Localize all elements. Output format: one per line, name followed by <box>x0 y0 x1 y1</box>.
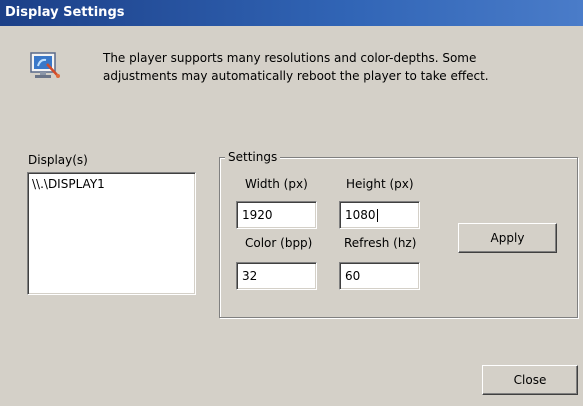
color-input[interactable] <box>236 262 317 290</box>
info-message-line-1: The player supports many resolutions and… <box>103 51 477 65</box>
width-label: Width (px) <box>245 177 308 191</box>
window-title: Display Settings <box>5 5 125 20</box>
displays-label: Display(s) <box>28 153 88 167</box>
display-settings-icon <box>28 50 62 84</box>
dialog-body: The player supports many resolutions and… <box>0 26 583 406</box>
info-message: The player supports many resolutions and… <box>103 49 553 85</box>
displays-list[interactable]: \\.\DISPLAY1 <box>27 172 196 295</box>
text-cursor <box>376 209 378 222</box>
width-input[interactable] <box>236 201 317 229</box>
height-input-value: 1080 <box>345 208 376 222</box>
display-list-item[interactable]: \\.\DISPLAY1 <box>32 176 191 192</box>
info-message-line-2: adjustments may automatically reboot the… <box>103 69 489 83</box>
close-button[interactable]: Close <box>482 365 578 395</box>
apply-button[interactable]: Apply <box>458 223 557 253</box>
color-label: Color (bpp) <box>245 236 313 250</box>
refresh-label: Refresh (hz) <box>344 236 417 250</box>
height-input[interactable]: 1080 <box>339 201 420 229</box>
height-label: Height (px) <box>346 177 414 191</box>
settings-group-label: Settings <box>225 150 281 164</box>
window-title-bar[interactable]: Display Settings <box>0 0 583 26</box>
refresh-input[interactable] <box>339 262 420 290</box>
